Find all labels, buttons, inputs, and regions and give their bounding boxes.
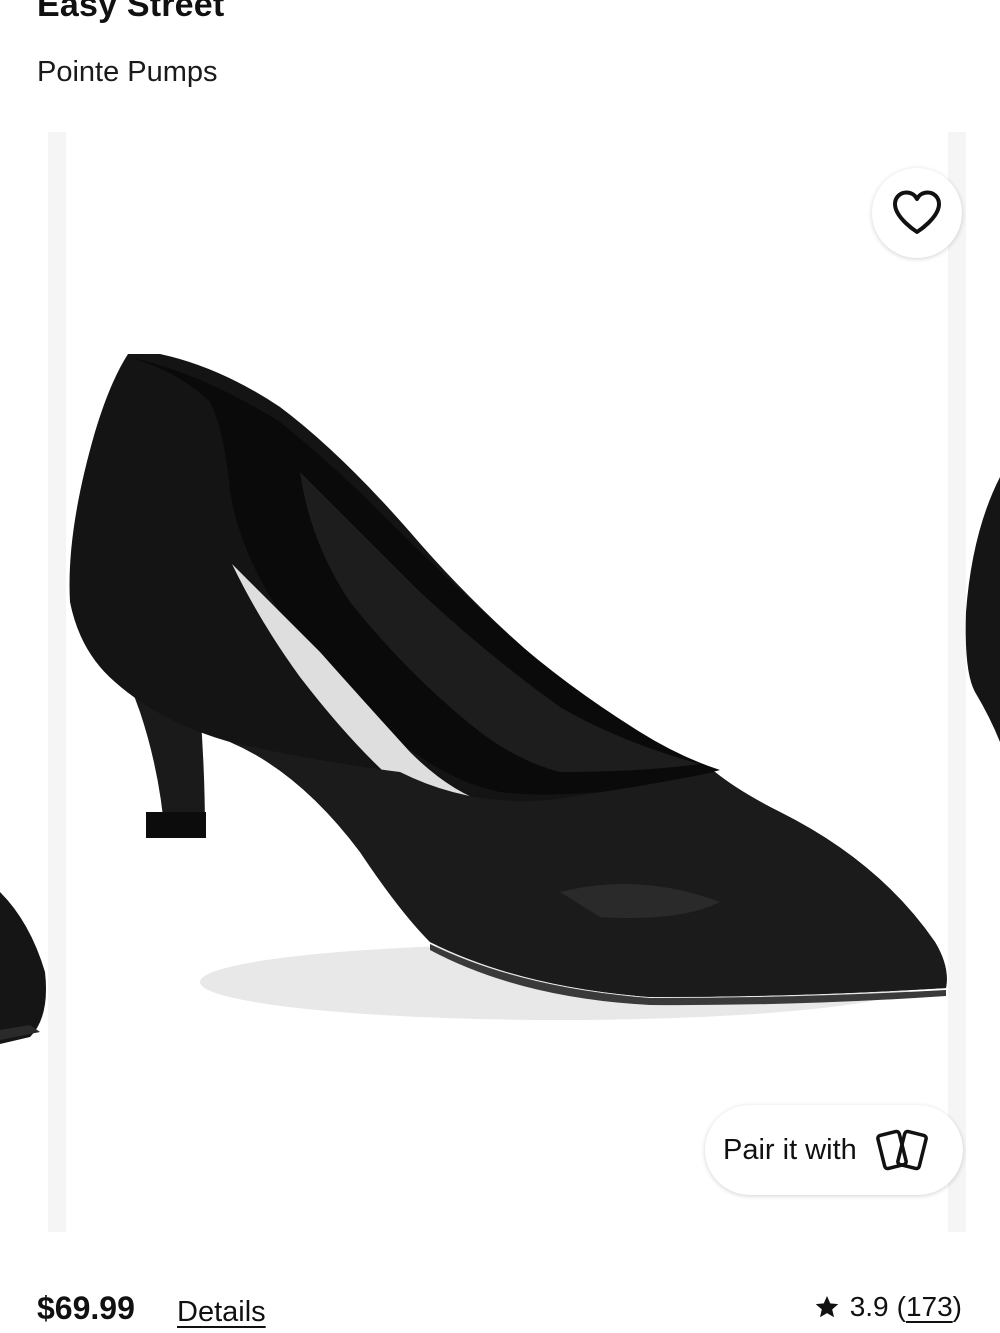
product-price: $69.99 — [37, 1290, 135, 1326]
product-rating[interactable]: 3.9 ( 173 ) — [814, 1291, 962, 1323]
details-link[interactable]: Details — [177, 1296, 266, 1329]
review-count-link[interactable]: 173 — [906, 1291, 953, 1323]
add-to-favorites-button[interactable] — [872, 168, 962, 258]
star-icon — [815, 1295, 838, 1318]
product-image-carousel[interactable]: Pair it with — [0, 132, 1000, 1232]
cards-icon — [875, 1129, 928, 1171]
brand-name[interactable]: Easy Street — [37, 0, 224, 25]
rating-close-paren: ) — [952, 1291, 962, 1322]
pair-it-with-button[interactable]: Pair it with — [705, 1105, 963, 1195]
product-title: Pointe Pumps — [37, 56, 218, 88]
rating-open-paren: ( — [896, 1291, 906, 1322]
heart-icon — [893, 190, 941, 234]
product-page: Easy Street Pointe Pumps Pair it with $6… — [0, 0, 1000, 1333]
product-image[interactable] — [0, 132, 1000, 1232]
pair-it-with-label: Pair it with — [723, 1133, 857, 1166]
rating-value: 3.9 — [849, 1291, 889, 1322]
